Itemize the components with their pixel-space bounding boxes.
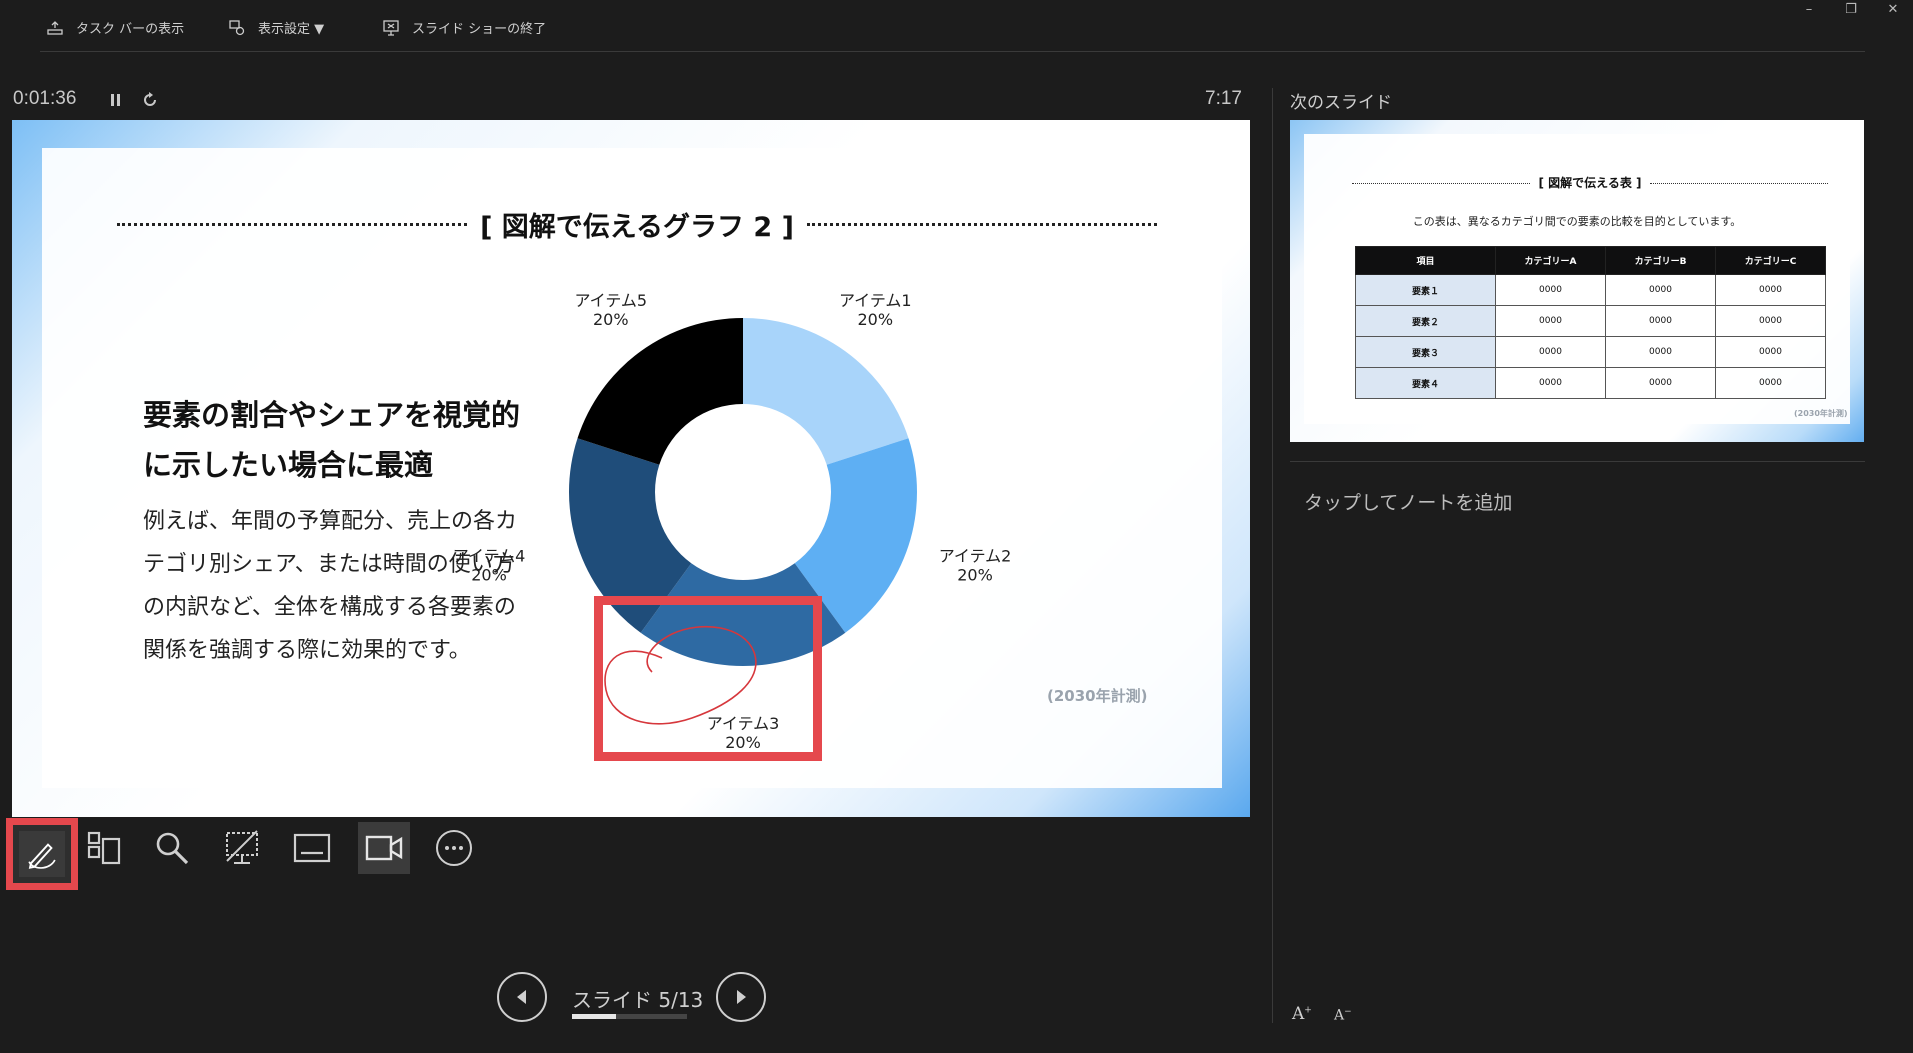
slide-navigation: スライド 5/13 [497,972,777,1027]
table-cell: 0000 [1715,367,1826,399]
more-icon [436,830,472,866]
table-cell: 0000 [1495,367,1606,399]
table-header: カテゴリーA [1495,246,1606,275]
display-settings-button[interactable]: 表示設定 ▼ [228,18,324,37]
table-cell: 要素２ [1355,305,1496,337]
show-taskbar-button[interactable]: タスク バーの表示 [46,18,184,37]
decrease-font-label: A [1334,1007,1345,1024]
table-cell: 0000 [1605,274,1716,306]
table-cell: 0000 [1605,336,1716,368]
table-cell: 0000 [1495,336,1606,368]
table-header: 項目 [1355,246,1496,275]
table-cell: 0000 [1605,305,1716,337]
next-slide-subtitle: この表は、異なるカテゴリ間での要素の比較を目的としています。 [1412,215,1742,228]
subtitles-button[interactable] [286,822,338,874]
pen-icon [28,843,56,869]
table-cell: 0000 [1715,305,1826,337]
table-header: カテゴリーB [1605,246,1716,275]
display-settings-icon [229,19,245,35]
notes-divider [1290,461,1865,462]
more-options-button[interactable] [428,822,480,874]
ink-circle-annotation [604,625,757,725]
end-slideshow-button[interactable]: スライド ショーの終了 [382,18,546,37]
next-slide-title: [ 図解で伝える表 ] [1538,176,1642,190]
topbar-divider [40,51,1865,52]
table-row: 要素１ 0000 0000 0000 [1355,274,1826,306]
presenter-topbar: タスク バーの表示 表示設定 ▼ スライド ショーの終了 – ❐ ✕ [0,0,1913,54]
next-slide-footnote: (2030年計測) [1794,409,1848,418]
next-slide-table: 項目 カテゴリーA カテゴリーB カテゴリーC 要素１ 0000 0000 00… [1355,246,1826,399]
table-row: 要素４ 0000 0000 0000 [1355,367,1826,399]
elapsed-timer: 0:01:36 [13,88,77,109]
end-slideshow-label: スライド ショーの終了 [412,22,547,37]
next-slide-label: 次のスライド [1290,93,1392,113]
decrease-font-button[interactable]: A− [1334,1007,1352,1024]
table-cell: 要素１ [1355,274,1496,306]
table-cell: 0000 [1715,336,1826,368]
table-header: カテゴリーC [1715,246,1826,275]
restart-timer-icon[interactable] [140,90,160,110]
pen-tool-button[interactable] [6,818,78,890]
subtitles-icon [293,833,331,863]
next-slide-content: [ 図解で伝える表 ] この表は、異なるカテゴリ間での要素の比較を目的としていま… [1304,134,1850,424]
clock-time: 7:17 [1205,88,1242,109]
magnifier-icon [156,832,189,865]
video-camera-icon [365,835,403,861]
pause-icon[interactable] [106,90,126,110]
notes-input[interactable]: タップしてノートを追加 [1304,488,1512,515]
table-cell: 要素４ [1355,367,1496,399]
slide-counter: スライド 5/13 [572,988,704,1012]
minimize-button[interactable]: – [1794,2,1824,17]
pane-divider[interactable] [1272,88,1273,1023]
screen-off-icon [226,830,258,864]
table-header-row: 項目 カテゴリーA カテゴリーB カテゴリーC [1355,246,1826,275]
triangle-left-icon [517,990,526,1004]
display-settings-label: 表示設定 ▼ [258,22,325,37]
see-all-slides-button[interactable] [78,822,130,874]
increase-font-label: A [1292,1004,1305,1024]
show-taskbar-label: タスク バーの表示 [76,22,185,37]
table-cell: 要素３ [1355,336,1496,368]
table-row: 要素３ 0000 0000 0000 [1355,336,1826,368]
restore-button[interactable]: ❐ [1836,2,1866,17]
slide-footnote: (2030年計測) [1047,687,1148,705]
increase-font-button[interactable]: A+ [1292,1004,1312,1024]
next-slide-button[interactable] [716,972,766,1022]
table-cell: 0000 [1495,274,1606,306]
slide-progress-bar [572,1014,687,1019]
pen-tool-bg [19,831,65,877]
current-slide[interactable]: [ 図解で伝えるグラフ 2 ] 要素の割合やシェアを視覚的 に示したい場合に最適… [12,120,1250,817]
table-cell: 0000 [1605,367,1716,399]
previous-slide-button[interactable] [497,972,547,1022]
camera-button[interactable] [358,822,410,874]
triangle-right-icon [737,990,746,1004]
table-cell: 0000 [1495,305,1606,337]
zoom-button[interactable] [146,822,198,874]
next-slide-title-row: [ 図解で伝える表 ] [1352,174,1828,194]
grid-slides-icon [87,831,121,865]
end-slideshow-icon [383,19,399,36]
black-screen-button[interactable] [216,822,268,874]
table-cell: 0000 [1715,274,1826,306]
taskbar-icon [47,20,63,35]
close-button[interactable]: ✕ [1878,2,1908,17]
slide-progress-fill [572,1014,617,1019]
table-row: 要素２ 0000 0000 0000 [1355,305,1826,337]
next-slide-preview[interactable]: [ 図解で伝える表 ] この表は、異なるカテゴリ間での要素の比較を目的としていま… [1290,120,1864,442]
